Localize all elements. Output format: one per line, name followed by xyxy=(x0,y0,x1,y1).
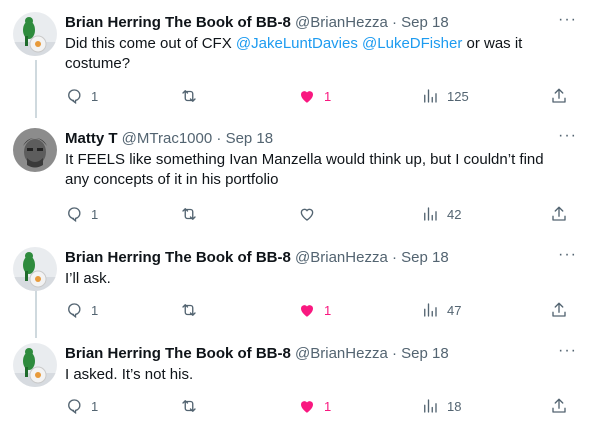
like-button[interactable]: 1 xyxy=(298,86,331,106)
tweet-text-part: Did this come out of CFX xyxy=(65,35,236,52)
tweet-2[interactable]: Matty T @MTrac1000 · Sep 18 ··· It FEELS… xyxy=(0,126,593,224)
retweet-icon xyxy=(182,304,196,316)
tweet-header: Matty T @MTrac1000 · Sep 18 xyxy=(65,129,273,149)
like-count: 1 xyxy=(324,302,332,318)
tweet-text: I’ll ask. xyxy=(65,270,111,287)
retweet-button[interactable] xyxy=(180,396,206,416)
views-button[interactable]: 18 xyxy=(421,396,461,416)
handle[interactable]: @BrianHezza xyxy=(295,249,388,266)
handle[interactable]: @BrianHezza xyxy=(295,14,388,31)
separator: · xyxy=(391,249,397,266)
tweet-actions: 1 1 125 xyxy=(65,86,585,106)
tweet-actions: 1 42 xyxy=(65,204,585,224)
reply-count: 1 xyxy=(91,206,99,222)
like-count: 1 xyxy=(324,398,332,414)
handle[interactable]: @MTrac1000 xyxy=(122,130,213,147)
display-name[interactable]: Brian Herring The Book of BB-8 xyxy=(65,345,291,362)
tweet-header: Brian Herring The Book of BB-8 @BrianHez… xyxy=(65,13,449,33)
share-icon xyxy=(552,302,566,317)
tweet-1[interactable]: Brian Herring The Book of BB-8 @BrianHez… xyxy=(0,10,593,108)
handle[interactable]: @BrianHezza xyxy=(295,345,388,362)
share-button[interactable] xyxy=(550,204,568,224)
separator: · xyxy=(391,345,397,362)
heart-filled-icon xyxy=(301,305,313,317)
reply-button[interactable]: 1 xyxy=(65,204,98,224)
retweet-icon xyxy=(182,400,196,412)
views-button[interactable]: 47 xyxy=(421,300,461,320)
share-button[interactable] xyxy=(550,86,568,106)
reply-count: 1 xyxy=(91,88,99,104)
retweet-button[interactable] xyxy=(180,86,206,106)
avatar[interactable] xyxy=(13,247,57,291)
reply-count: 1 xyxy=(91,398,99,414)
tweet-header: Brian Herring The Book of BB-8 @BrianHez… xyxy=(65,344,449,364)
tweet-text: I asked. It’s not his. xyxy=(65,366,194,383)
reply-icon xyxy=(68,207,81,223)
reply-button[interactable]: 1 xyxy=(65,396,98,416)
separator: · xyxy=(391,14,397,31)
mention-link[interactable]: @LukeDFisher xyxy=(362,35,462,52)
reply-count: 1 xyxy=(91,302,99,318)
like-button[interactable]: 1 xyxy=(298,396,331,416)
timestamp[interactable]: Sep 18 xyxy=(401,14,449,31)
mention-link[interactable]: @JakeLuntDavies xyxy=(236,35,358,52)
display-name[interactable]: Brian Herring The Book of BB-8 xyxy=(65,249,291,266)
retweet-button[interactable] xyxy=(180,300,206,320)
timestamp[interactable]: Sep 18 xyxy=(401,249,449,266)
avatar[interactable] xyxy=(13,343,57,387)
retweet-icon xyxy=(182,208,196,220)
reply-icon xyxy=(68,399,81,415)
heart-filled-icon xyxy=(301,401,313,413)
retweet-button[interactable] xyxy=(180,204,206,224)
display-name[interactable]: Matty T xyxy=(65,130,118,147)
views-icon xyxy=(424,207,437,221)
like-count: 1 xyxy=(324,88,332,104)
heart-outline-icon xyxy=(300,208,314,221)
views-icon xyxy=(424,303,437,317)
avatar[interactable] xyxy=(13,128,57,172)
timestamp[interactable]: Sep 18 xyxy=(401,345,449,362)
views-button[interactable]: 42 xyxy=(421,204,461,224)
tweet-header: Brian Herring The Book of BB-8 @BrianHez… xyxy=(65,248,449,268)
share-icon xyxy=(552,398,566,413)
views-icon xyxy=(424,399,437,413)
more-options-icon[interactable]: ··· xyxy=(558,341,577,361)
more-options-icon[interactable]: ··· xyxy=(558,10,577,30)
heart-filled-icon xyxy=(301,91,313,103)
tweet-4[interactable]: Brian Herring The Book of BB-8 @BrianHez… xyxy=(0,341,593,423)
tweet-text: Did this come out of CFX @JakeLuntDavies… xyxy=(65,34,565,74)
tweet-3[interactable]: Brian Herring The Book of BB-8 @BrianHez… xyxy=(0,245,593,327)
view-count: 18 xyxy=(447,398,462,414)
tweet-actions: 1 1 47 xyxy=(65,300,585,320)
avatar[interactable] xyxy=(13,12,57,56)
view-count: 125 xyxy=(447,88,469,104)
display-name[interactable]: Brian Herring The Book of BB-8 xyxy=(65,14,291,31)
like-button[interactable]: 1 xyxy=(298,300,331,320)
share-icon xyxy=(552,88,566,103)
separator: · xyxy=(216,130,222,147)
retweet-icon xyxy=(182,90,196,102)
reply-button[interactable]: 1 xyxy=(65,300,98,320)
timestamp[interactable]: Sep 18 xyxy=(226,130,274,147)
reply-button[interactable]: 1 xyxy=(65,86,98,106)
reply-icon xyxy=(68,303,81,319)
share-button[interactable] xyxy=(550,396,568,416)
view-count: 42 xyxy=(447,206,462,222)
views-icon xyxy=(424,89,437,103)
share-button[interactable] xyxy=(550,300,568,320)
views-button[interactable]: 125 xyxy=(421,86,469,106)
like-button[interactable] xyxy=(298,204,324,224)
tweet-actions: 1 1 18 xyxy=(65,396,585,416)
more-options-icon[interactable]: ··· xyxy=(558,126,577,146)
share-icon xyxy=(552,206,566,221)
view-count: 47 xyxy=(447,302,462,318)
more-options-icon[interactable]: ··· xyxy=(558,245,577,265)
reply-icon xyxy=(68,89,81,105)
tweet-text: It FEELS like something Ivan Manzella wo… xyxy=(65,151,544,188)
